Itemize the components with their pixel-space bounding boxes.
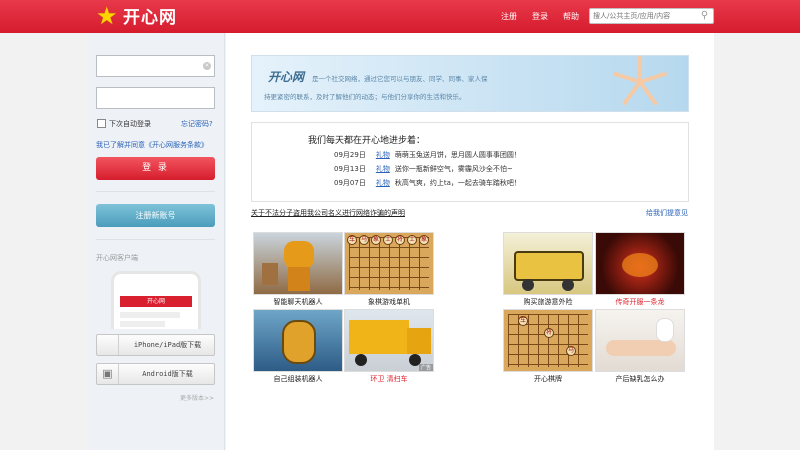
- hand-shape: [639, 71, 668, 84]
- sweeper-truck-image: 广告: [344, 309, 434, 372]
- hand-shape: [638, 56, 642, 82]
- ios-download-label: iPhone/iPad版下载: [133, 341, 202, 349]
- hand-shape: [638, 80, 659, 106]
- chess-piece: 士: [383, 235, 393, 245]
- news-item: 09月07日 礼物 秋高气爽，约上ta，一起去骑车踏秋吧！: [334, 178, 521, 188]
- news-item: 09月29日 礼物 萌萌玉兔送月饼，思月圆人圆事事团圆！: [334, 150, 521, 160]
- app-caption: 产后缺乳怎么办: [615, 375, 665, 383]
- login-button[interactable]: 登 录: [96, 157, 215, 180]
- star-logo-icon: ★: [96, 1, 118, 30]
- app-card[interactable]: 传奇开服一条龙: [595, 232, 685, 307]
- app-card[interactable]: 车 将 马 开心棋牌: [503, 309, 593, 384]
- more-versions-link[interactable]: 更多版本>>: [180, 393, 214, 402]
- app-card[interactable]: 车 马 象 士 将 士 象 象棋游戏单机: [344, 232, 434, 307]
- chess-piece: 马: [566, 346, 576, 356]
- app-caption: 传奇开服一条龙: [615, 298, 665, 306]
- app-card[interactable]: 自己组装机器人: [253, 309, 343, 384]
- news-title: 我们每天都在开心地进步着：: [308, 136, 426, 146]
- password-field: [96, 87, 215, 109]
- ios-download-button[interactable]: iPhone/iPad版下载: [96, 334, 215, 356]
- banner-text-line1: 是一个社交网络，通过它您可以与朋友、同学、同事、家人保: [312, 75, 488, 83]
- news-date: 09月29日: [334, 151, 366, 159]
- feedback-link[interactable]: 给我们提意见: [646, 208, 688, 218]
- android-download-label: Android版下载: [142, 370, 193, 378]
- divider: [96, 191, 215, 192]
- chess-board-image: 车 将 马: [503, 309, 593, 372]
- chess-piece: 将: [395, 235, 405, 245]
- chess-piece: 将: [544, 328, 554, 338]
- account-input[interactable]: [97, 56, 214, 76]
- intro-banner: 开心网 是一个社交网络，通过它您可以与朋友、同学、同事、家人保 持更紧密的联系，…: [251, 55, 689, 112]
- news-date: 09月07日: [334, 179, 366, 187]
- news-date: 09月13日: [334, 165, 366, 173]
- app-caption: 智能聊天机器人: [273, 298, 323, 306]
- logo-text: 开心网: [123, 8, 177, 28]
- app-card[interactable]: 广告 环卫 清扫车: [344, 309, 434, 384]
- chess-piece: 象: [419, 235, 429, 245]
- news-tag-link[interactable]: 礼物: [376, 179, 390, 187]
- news-tag-link[interactable]: 礼物: [376, 151, 390, 159]
- search-icon[interactable]: ⚲: [698, 10, 711, 22]
- app-card[interactable]: 智能聊天机器人: [253, 232, 343, 307]
- logo[interactable]: ★ 开心网: [96, 1, 177, 30]
- search-input[interactable]: [590, 9, 698, 23]
- news-item: 09月13日 礼物 送你一瓶新鲜空气，雾霾风沙全不怕~: [334, 164, 513, 174]
- register-button[interactable]: 注册新账号: [96, 204, 215, 227]
- robot-assembly-image: [253, 309, 343, 372]
- app-caption: 象棋游戏单机: [368, 298, 410, 306]
- app-caption: 购买旅游意外险: [523, 298, 573, 306]
- chess-piece: 车: [347, 235, 357, 245]
- search-box: ⚲: [589, 8, 714, 24]
- banner-title: 开心网: [268, 70, 305, 84]
- account-field: ×: [96, 55, 215, 77]
- ad-tag: 广告: [418, 364, 433, 371]
- chess-piece: 士: [407, 235, 417, 245]
- game-scene-image: [595, 232, 685, 295]
- forgot-password-link[interactable]: 忘记密码?: [181, 119, 213, 129]
- terms-agreement-link[interactable]: 我已了解并同意《开心网服务条款》: [96, 140, 208, 150]
- robot-image: [253, 232, 343, 295]
- phone-screen-row: [120, 312, 180, 318]
- android-icon: ▣: [97, 364, 119, 384]
- app-caption: 自己组装机器人: [273, 375, 323, 383]
- main-content: 开心网 是一个社交网络，通过它您可以与朋友、同学、同事、家人保 持更紧密的联系，…: [226, 33, 714, 450]
- hands-star-image: [598, 56, 680, 110]
- news-text: 秋高气爽，约上ta，一起去骑车踏秋吧！: [394, 179, 521, 187]
- news-text: 送你一瓶新鲜空气，雾霾风沙全不怕~: [394, 165, 513, 173]
- chess-piece: 马: [359, 235, 369, 245]
- apple-icon: [97, 335, 119, 355]
- register-link[interactable]: 注册: [501, 11, 517, 22]
- chess-board-image: 车 马 象 士 将 士 象: [344, 232, 434, 295]
- login-sidebar: × 下次自动登录 忘记密码? 我已了解并同意《开心网服务条款》 登 录 注册新账…: [87, 33, 225, 450]
- remember-me-checkbox[interactable]: [97, 119, 106, 128]
- phone-image: 开心网: [111, 271, 201, 329]
- fraud-notice-link[interactable]: 关于不法分子盗用我公司名义进行网络诈骗的声明: [251, 208, 405, 218]
- spa-photo-image: [595, 309, 685, 372]
- app-caption: 开心棋牌: [534, 375, 562, 383]
- banner-text-line2: 持更紧密的联系，及时了解他们的动态；与他们分享你的生活和快乐。: [264, 93, 466, 101]
- login-link[interactable]: 登录: [532, 11, 548, 22]
- help-link[interactable]: 帮助: [563, 11, 579, 22]
- phone-screen-row: [120, 321, 165, 327]
- chess-piece: 车: [518, 316, 528, 326]
- clear-icon[interactable]: ×: [203, 62, 211, 70]
- divider: [96, 239, 215, 240]
- bus-cartoon-image: [503, 232, 593, 295]
- password-input[interactable]: [97, 88, 214, 108]
- news-tag-link[interactable]: 礼物: [376, 165, 390, 173]
- app-card[interactable]: 购买旅游意外险: [503, 232, 593, 307]
- android-download-button[interactable]: ▣ Android版下载: [96, 363, 215, 385]
- client-label: 开心网客户端: [96, 254, 138, 262]
- app-caption: 环卫 清扫车: [370, 375, 408, 383]
- chess-piece: 象: [371, 235, 381, 245]
- news-panel: 我们每天都在开心地进步着： 09月29日 礼物 萌萌玉兔送月饼，思月圆人圆事事团圆！…: [251, 122, 689, 202]
- news-text: 萌萌玉兔送月饼，思月圆人圆事事团圆！: [394, 151, 521, 159]
- phone-screen-title: 开心网: [120, 296, 192, 307]
- remember-me-label: 下次自动登录: [109, 120, 151, 128]
- app-card[interactable]: 产后缺乳怎么办: [595, 309, 685, 384]
- top-bar: ★ 开心网 注册 登录 帮助 ⚲: [0, 0, 800, 33]
